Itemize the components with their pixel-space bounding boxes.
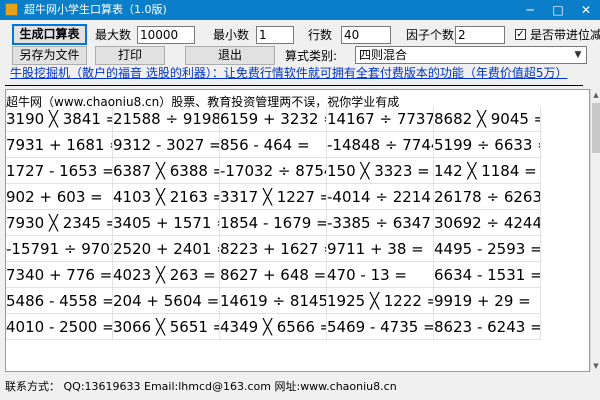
problem-cell: -4014 ÷ 2214 =: [327, 184, 434, 210]
save-as-button[interactable]: 另存为文件: [12, 46, 87, 65]
problem-cell: -17032 ÷ 8754 =: [220, 158, 327, 184]
rows-label: 行数: [308, 28, 333, 42]
problem-cell: 856 - 464 =: [220, 132, 327, 158]
problem-cell: 4349 ╳ 6566 =: [220, 314, 327, 340]
problem-cell: 204 + 5604 =: [113, 288, 220, 314]
table-row: 7340 + 776 = 4023 ╳ 263 = 8627 + 648 = 4…: [6, 262, 542, 288]
scrollbar-thumb[interactable]: [592, 103, 600, 153]
problem-cell: 1727 - 1653 =: [6, 158, 113, 184]
problem-cell: 3405 + 1571 =: [113, 210, 220, 236]
problem-cell: 14619 ÷ 8145 =: [220, 288, 327, 314]
table-row: 1727 - 1653 = 6387 ╳ 6388 = -17032 ÷ 875…: [6, 158, 542, 184]
problem-cell: -14848 ÷ 7744 =: [327, 132, 434, 158]
formula-type-select[interactable]: 四则混合 ▼: [355, 46, 587, 64]
table-row: 7930 ╳ 2345 = 3405 + 1571 = 1854 - 1679 …: [6, 210, 542, 236]
problem-cell: 2520 + 2401 =: [113, 236, 220, 262]
problem-cell: 4010 - 2500 =: [6, 314, 113, 340]
problem-cell: 8623 - 6243 =: [434, 314, 541, 340]
minimize-button[interactable]: ─: [516, 0, 544, 20]
problem-cell: 5199 ÷ 6633 =: [434, 132, 541, 158]
problem-cell: 3066 ╳ 5651 =: [113, 314, 220, 340]
problem-cell: 150 ╳ 3323 =: [327, 158, 434, 184]
factor-count-label: 因子个数: [406, 28, 455, 42]
carry-label: 是否带进位减: [530, 28, 600, 42]
factor-count-input[interactable]: 2: [455, 26, 505, 44]
scroll-down-icon[interactable]: ▼: [591, 360, 600, 372]
scroll-up-icon[interactable]: ▲: [591, 89, 600, 101]
problem-cell: 6387 ╳ 6388 =: [113, 158, 220, 184]
problem-cell: 8223 + 1627 =: [220, 236, 327, 262]
problem-cell: 14167 ÷ 7737 =: [327, 106, 434, 132]
problem-cell: 7930 ╳ 2345 =: [6, 210, 113, 236]
table-row: 5486 - 4558 = 204 + 5604 = 14619 ÷ 8145 …: [6, 288, 542, 314]
problem-cell: 4495 - 2593 =: [434, 236, 541, 262]
close-button[interactable]: ✕: [572, 0, 600, 20]
table-row: 7931 + 1681 = 9312 - 3027 = 856 - 464 = …: [6, 132, 542, 158]
problem-cell: 4023 ╳ 263 =: [113, 262, 220, 288]
problem-cell: 5486 - 4558 =: [6, 288, 113, 314]
window-title: 超牛网小学生口算表（1.0版): [24, 3, 167, 16]
generate-button[interactable]: 生成口算表: [12, 24, 87, 45]
problem-cell: 21588 ÷ 9198 =: [113, 106, 220, 132]
problem-cell: 7931 + 1681 =: [6, 132, 113, 158]
max-number-label: 最大数: [95, 28, 132, 42]
rows-input[interactable]: 40: [341, 26, 391, 44]
problem-cell: 5469 - 4735 =: [327, 314, 434, 340]
problem-cell: 9711 + 38 =: [327, 236, 434, 262]
problem-cell: 26178 ÷ 6263 =: [434, 184, 541, 210]
table-row: 3190 ╳ 3841 = 21588 ÷ 9198 = 6159 + 3232…: [6, 106, 542, 132]
divider: [5, 85, 583, 86]
problem-cell: 30692 ÷ 4244 =: [434, 210, 541, 236]
formula-type-label: 算式类别:: [285, 49, 338, 63]
problem-cell: -3385 ÷ 6347 =: [327, 210, 434, 236]
maximize-button[interactable]: □: [544, 0, 572, 20]
problem-cell: 9919 + 29 =: [434, 288, 541, 314]
table-row: 902 + 603 = 4103 ╳ 2163 = 3317 ╳ 1227 = …: [6, 184, 542, 210]
problem-cell: 1925 ╳ 1222 =: [327, 288, 434, 314]
app-icon: [5, 3, 18, 16]
problem-cell: 3317 ╳ 1227 =: [220, 184, 327, 210]
problem-cell: 8682 ╳ 9045 =: [434, 106, 541, 132]
title-bar: 超牛网小学生口算表（1.0版) ─ □ ✕: [0, 0, 600, 20]
chevron-down-icon: ▼: [574, 50, 582, 60]
vertical-scrollbar[interactable]: ▲ ▼: [590, 89, 600, 372]
problem-cell: 1854 - 1679 =: [220, 210, 327, 236]
min-number-label: 最小数: [213, 28, 250, 42]
exit-button[interactable]: 退出: [185, 46, 275, 65]
problem-cell: 9312 - 3027 =: [113, 132, 220, 158]
problem-cell: 7340 + 776 =: [6, 262, 113, 288]
formula-type-value: 四则混合: [359, 48, 408, 62]
problem-cell: 142 ╳ 1184 =: [434, 158, 541, 184]
print-button[interactable]: 打印: [95, 46, 165, 65]
ad-link[interactable]: 牛股挖掘机（散户的福音 选股的利器）：让免费行情软件就可拥有全套付费版本的功能（…: [10, 66, 567, 80]
contact-info: 联系方式： QQ:13619633 Email:lhmcd@163.com 网址…: [5, 380, 397, 393]
problem-cell: 6634 - 1531 =: [434, 262, 541, 288]
min-number-input[interactable]: 1: [256, 26, 294, 44]
problem-cell: 902 + 603 =: [6, 184, 113, 210]
carry-checkbox[interactable]: ✓: [515, 29, 526, 40]
worksheet-area[interactable]: 超牛网（www.chaoniu8.cn）股票、教育投资管理两不误，祝你学业有成 …: [5, 89, 590, 372]
problem-cell: 4103 ╳ 2163 =: [113, 184, 220, 210]
problem-cell: -15791 ÷ 9701 =: [6, 236, 113, 262]
problem-cell: 8627 + 648 =: [220, 262, 327, 288]
problem-cell: 3190 ╳ 3841 =: [6, 106, 113, 132]
problem-cell: 470 - 13 =: [327, 262, 434, 288]
problem-cell: 6159 + 3232 =: [220, 106, 327, 132]
table-row: -15791 ÷ 9701 = 2520 + 2401 = 8223 + 162…: [6, 236, 542, 262]
table-row: 4010 - 2500 = 3066 ╳ 5651 = 4349 ╳ 6566 …: [6, 314, 542, 340]
max-number-input[interactable]: 10000: [137, 26, 195, 44]
